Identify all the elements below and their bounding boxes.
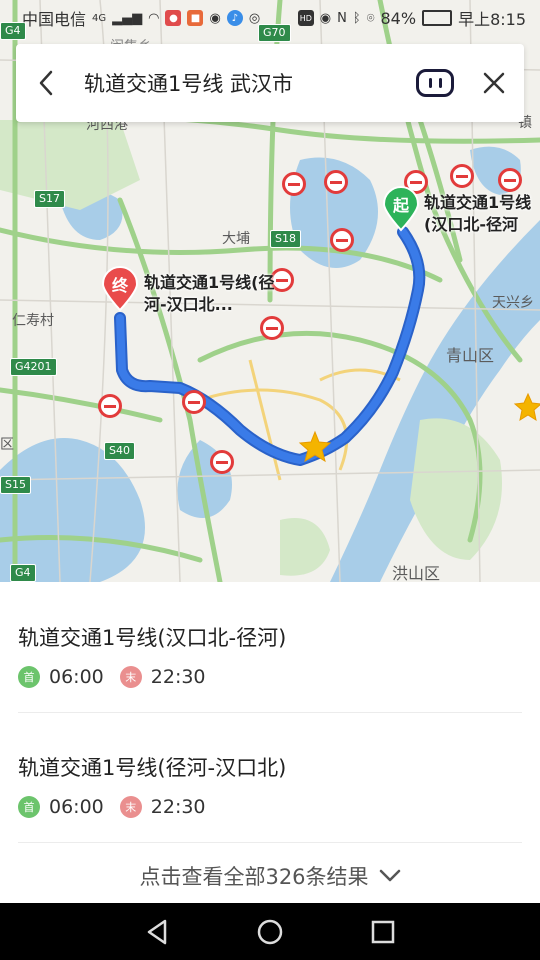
- close-button[interactable]: [478, 63, 510, 103]
- first-train-time: 06:00: [49, 796, 104, 818]
- first-train-badge: 首: [18, 796, 40, 818]
- last-train-badge: 末: [119, 666, 142, 688]
- no-entry-icon: [98, 394, 122, 418]
- route-start-label[interactable]: 轨道交通1号线(汉口北-径河: [424, 192, 540, 236]
- network-type: 4G: [92, 12, 107, 24]
- music-icon: ♪: [226, 10, 243, 26]
- mic-app-icon: ●: [165, 10, 182, 26]
- eye-icon: ◉: [319, 10, 332, 26]
- result-item-1[interactable]: 轨道交通1号线(汉口北-径河) 首 06:00 末 22:30: [18, 582, 522, 712]
- nav-recents-button[interactable]: [363, 912, 403, 952]
- result-title: 轨道交通1号线(汉口北-径河): [18, 626, 287, 650]
- battery-percent: 84%: [380, 8, 417, 28]
- nfc-icon: N: [337, 10, 347, 26]
- map-label-qingshan: 青山区: [446, 346, 495, 365]
- search-input[interactable]: 轨道交通1号线 武汉市: [84, 68, 416, 98]
- no-entry-icon: [210, 450, 234, 474]
- voice-icon-bar: [438, 78, 442, 88]
- circle-home-icon: [257, 919, 283, 944]
- route-start-pin-label: 起: [392, 196, 409, 215]
- search-bar: 轨道交通1号线 武汉市: [16, 44, 524, 122]
- wechat-icon: ◉: [209, 10, 221, 26]
- map-label-tianxing: 天兴乡: [492, 295, 534, 311]
- carrier-label: 中国电信: [22, 10, 87, 29]
- map-label-dapu: 大埔: [222, 231, 250, 247]
- battery-icon: [422, 10, 453, 26]
- no-entry-icon: [450, 164, 474, 188]
- wifi-icon: ◠: [148, 10, 160, 26]
- no-entry-icon: [330, 228, 354, 252]
- route-end-pin-label: 终: [111, 276, 128, 295]
- first-train-time: 06:00: [49, 666, 104, 688]
- shield-g4: G4: [10, 564, 36, 582]
- last-train-time: 22:30: [150, 796, 206, 818]
- schedule-row: 首 06:00 末 22:30: [18, 796, 222, 818]
- route-start-pin[interactable]: 起: [382, 186, 420, 232]
- map-label-hongshan: 洪山区: [392, 564, 441, 582]
- shield-s15: S15: [0, 476, 31, 494]
- shield-s40: S40: [104, 442, 135, 460]
- nav-back-button[interactable]: [137, 912, 177, 952]
- shield-g4201: G4201: [10, 358, 57, 376]
- hd-icon: HD: [297, 10, 314, 26]
- result-title: 轨道交通1号线(径河-汉口北): [18, 756, 287, 780]
- no-entry-icon: [260, 316, 284, 340]
- shield-s17: S17: [34, 190, 65, 208]
- last-train-badge: 末: [119, 796, 142, 818]
- map-label-renshou: 仁寿村: [12, 313, 54, 329]
- app-icon: ◎: [248, 10, 261, 26]
- square-recents-icon: [372, 920, 395, 943]
- close-icon: [483, 72, 505, 94]
- show-all-results-button[interactable]: 点击查看全部326条结果: [0, 856, 540, 896]
- no-entry-icon: [282, 172, 306, 196]
- first-train-badge: 首: [18, 666, 40, 688]
- no-entry-icon: [324, 170, 348, 194]
- voice-icon-bar: [428, 78, 432, 88]
- chevron-down-icon: [379, 869, 400, 882]
- status-bar: 中国电信 4G ▂▄▆ ◠ ● ■ ◉ ♪ ◎ HD ◉ N ᛒ ⌾ 84% 早…: [0, 0, 540, 36]
- no-entry-icon: [498, 168, 522, 192]
- signal-icon: ▂▄▆: [112, 10, 143, 26]
- no-entry-icon: [182, 390, 206, 414]
- voice-search-button[interactable]: [416, 69, 454, 97]
- app-notification-icon: ■: [187, 10, 204, 26]
- map-label-qu: 区: [0, 437, 14, 453]
- system-nav-bar: [0, 903, 540, 960]
- route-end-label[interactable]: 轨道交通1号线(径河-汉口北...: [144, 272, 294, 316]
- bluetooth-icon: ᛒ: [352, 10, 361, 26]
- result-item-2[interactable]: 轨道交通1号线(径河-汉口北) 首 06:00 末 22:30: [18, 712, 522, 842]
- triangle-back-icon: [147, 919, 166, 944]
- last-train-time: 22:30: [150, 666, 206, 688]
- chevron-left-icon: [39, 70, 53, 96]
- clock: 早上8:15: [458, 10, 526, 29]
- shield-s18: S18: [270, 230, 301, 248]
- location-icon: ⌾: [366, 10, 375, 26]
- schedule-row: 首 06:00 末 22:30: [18, 666, 222, 688]
- divider: [18, 842, 522, 843]
- show-all-results-label: 点击查看全部326条结果: [139, 865, 369, 889]
- back-button[interactable]: [30, 63, 62, 103]
- nav-home-button[interactable]: [250, 912, 290, 952]
- route-end-pin[interactable]: 终: [101, 266, 139, 312]
